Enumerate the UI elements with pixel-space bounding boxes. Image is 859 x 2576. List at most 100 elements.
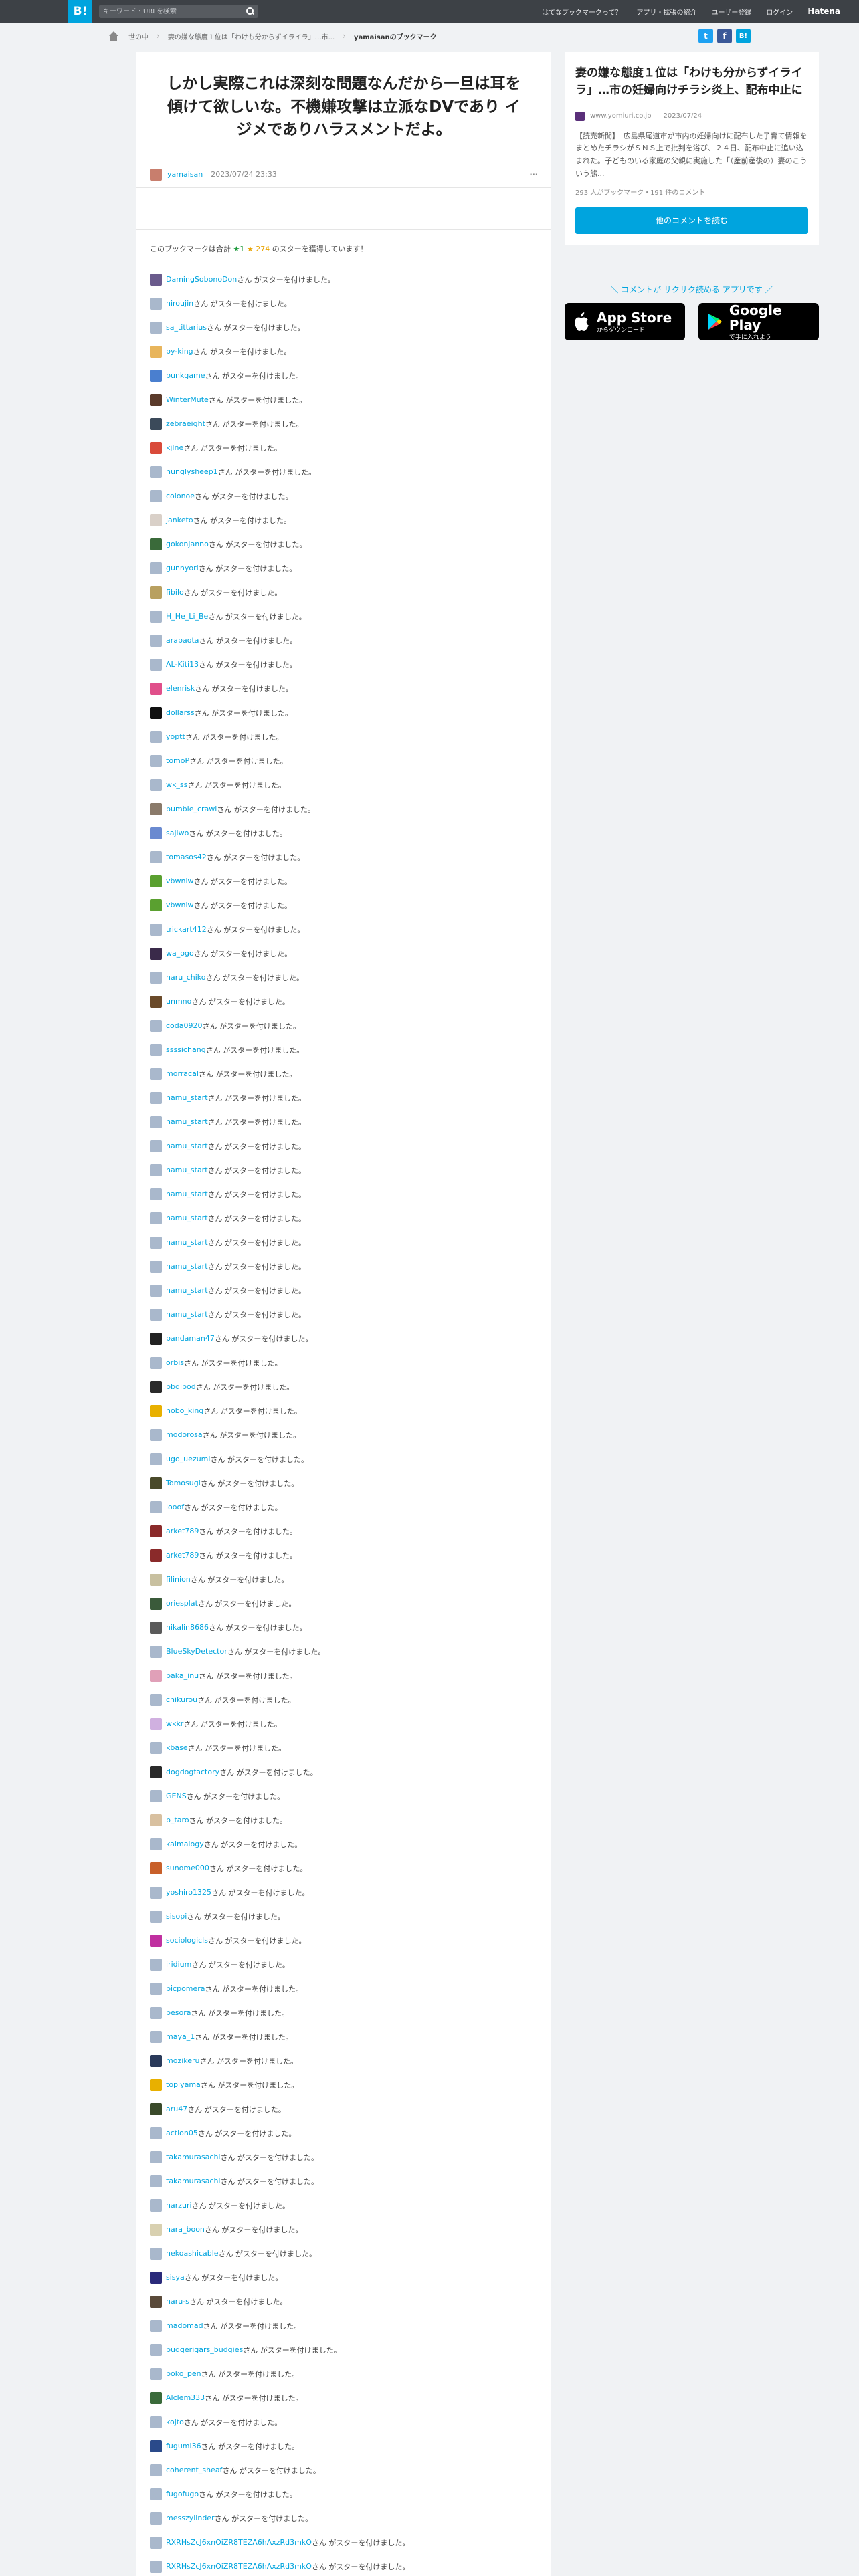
breadcrumb-entry[interactable]: 妻の嫌な態度１位は「わけも分からずイライラ」…市... xyxy=(168,31,335,41)
star-username[interactable]: Alclem333 xyxy=(166,2393,205,2402)
avatar[interactable] xyxy=(150,1549,162,1562)
avatar[interactable] xyxy=(150,2536,162,2549)
avatar[interactable] xyxy=(150,1669,162,1682)
star-username[interactable]: arket789 xyxy=(166,1551,199,1560)
avatar[interactable] xyxy=(150,1934,162,1947)
avatar[interactable] xyxy=(150,2319,162,2332)
star-username[interactable]: sa_tittarius xyxy=(166,323,207,332)
avatar[interactable] xyxy=(150,490,162,502)
star-username[interactable]: haru-s xyxy=(166,2297,189,2306)
avatar[interactable] xyxy=(150,1212,162,1224)
hatena-share-button[interactable]: B! xyxy=(736,29,751,43)
avatar[interactable] xyxy=(150,1067,162,1080)
star-username[interactable]: madomad xyxy=(166,2321,203,2330)
star-username[interactable]: harzuri xyxy=(166,2201,192,2210)
star-username[interactable]: bumble_crawl xyxy=(166,804,217,813)
avatar[interactable] xyxy=(150,610,162,623)
star-username[interactable]: DamingSobonoDon xyxy=(166,275,237,284)
star-username[interactable]: punkgame xyxy=(166,371,205,380)
star-username[interactable]: hamu_start xyxy=(166,1310,208,1319)
star-username[interactable]: chikurou xyxy=(166,1695,197,1704)
star-username[interactable]: modorosa xyxy=(166,1430,203,1439)
avatar[interactable] xyxy=(150,851,162,863)
avatar[interactable] xyxy=(150,2127,162,2139)
star-username[interactable]: colonoe xyxy=(166,492,195,500)
avatar[interactable] xyxy=(150,1380,162,1393)
nav-about[interactable]: はてなブックマークって？ xyxy=(542,7,622,17)
search-icon[interactable] xyxy=(246,7,254,15)
avatar[interactable] xyxy=(150,923,162,936)
avatar[interactable] xyxy=(150,682,162,695)
star-username[interactable]: RXRHsZcJ6xnOiZR8TEZA6hAxzRd3mkO xyxy=(166,2562,312,2571)
app-store-button[interactable]: App Store からダウンロード xyxy=(565,303,685,341)
avatar[interactable] xyxy=(150,658,162,671)
avatar[interactable] xyxy=(150,2103,162,2115)
star-username[interactable]: unmno xyxy=(166,997,191,1006)
avatar[interactable] xyxy=(150,778,162,791)
avatar[interactable] xyxy=(150,2512,162,2525)
avatar[interactable] xyxy=(150,2416,162,2428)
star-username[interactable]: dollarss xyxy=(166,708,195,717)
star-username[interactable]: budgerigars_budgies xyxy=(166,2345,243,2354)
star-username[interactable]: baka_inu xyxy=(166,1671,199,1680)
star-username[interactable]: hunglysheep1 xyxy=(166,467,218,476)
star-username[interactable]: trickart412 xyxy=(166,925,207,934)
avatar[interactable] xyxy=(150,297,162,310)
star-username[interactable]: by-king xyxy=(166,347,193,356)
avatar[interactable] xyxy=(150,1043,162,1056)
star-username[interactable]: sajiwo xyxy=(166,829,189,837)
star-username[interactable]: topiyama xyxy=(166,2080,201,2089)
star-username[interactable]: coda0920 xyxy=(166,1021,203,1030)
star-username[interactable]: fugumi36 xyxy=(166,2442,201,2450)
avatar[interactable] xyxy=(150,706,162,719)
avatar[interactable] xyxy=(150,1573,162,1586)
avatar[interactable] xyxy=(150,802,162,815)
avatar[interactable] xyxy=(150,2175,162,2187)
star-username[interactable]: maya_1 xyxy=(166,2032,195,2041)
star-username[interactable]: looof xyxy=(166,1503,184,1511)
avatar[interactable] xyxy=(150,1717,162,1730)
star-username[interactable]: takamurasachi xyxy=(166,2177,220,2185)
avatar[interactable] xyxy=(150,2006,162,2019)
star-username[interactable]: WinterMute xyxy=(166,395,209,404)
avatar[interactable] xyxy=(150,2560,162,2573)
star-username[interactable]: kojto xyxy=(166,2418,184,2426)
star-username[interactable]: tomoP xyxy=(166,756,189,765)
star-username[interactable]: sunome000 xyxy=(166,1864,209,1872)
star-username[interactable]: haru_chiko xyxy=(166,973,206,982)
star-username[interactable]: gunnyori xyxy=(166,564,199,572)
star-username[interactable]: bicpomera xyxy=(166,1984,205,1993)
avatar[interactable] xyxy=(150,1741,162,1754)
breadcrumb-category[interactable]: 世の中 xyxy=(128,31,149,41)
avatar[interactable] xyxy=(150,730,162,743)
star-username[interactable]: hamu_start xyxy=(166,1262,208,1271)
star-username[interactable]: hamu_start xyxy=(166,1117,208,1126)
nav-apps[interactable]: アプリ・拡張の紹介 xyxy=(637,7,697,17)
avatar[interactable] xyxy=(150,1356,162,1369)
home-icon[interactable] xyxy=(108,31,119,41)
avatar[interactable] xyxy=(150,1477,162,1489)
avatar[interactable] xyxy=(150,2367,162,2380)
avatar[interactable] xyxy=(150,1958,162,1971)
avatar[interactable] xyxy=(150,369,162,382)
star-username[interactable]: vbwnlw xyxy=(166,877,194,885)
star-username[interactable]: kbase xyxy=(166,1743,188,1752)
entry-title[interactable]: 妻の嫌な態度１位は「わけも分からずイライラ」…市の妊婦向けチラシ炎上、配布中止に xyxy=(575,64,808,100)
star-username[interactable]: wk_ss xyxy=(166,780,187,789)
star-username[interactable]: iridium xyxy=(166,1960,191,1969)
avatar[interactable] xyxy=(150,2464,162,2476)
facebook-share-button[interactable]: f xyxy=(717,29,732,43)
avatar[interactable] xyxy=(150,1765,162,1778)
bookmark-username[interactable]: yamaisan xyxy=(167,170,203,179)
star-username[interactable]: hamu_start xyxy=(166,1286,208,1295)
avatar[interactable] xyxy=(150,2343,162,2356)
avatar[interactable] xyxy=(150,2223,162,2236)
avatar[interactable] xyxy=(150,754,162,767)
star-username[interactable]: wa_ogo xyxy=(166,949,194,958)
star-username[interactable]: nekoashicable xyxy=(166,2249,219,2258)
hatena-logo[interactable]: Hatena xyxy=(807,7,840,16)
avatar[interactable] xyxy=(150,1308,162,1321)
star-username[interactable]: poko_pen xyxy=(166,2369,201,2378)
avatar[interactable] xyxy=(150,2391,162,2404)
avatar[interactable] xyxy=(150,1236,162,1249)
